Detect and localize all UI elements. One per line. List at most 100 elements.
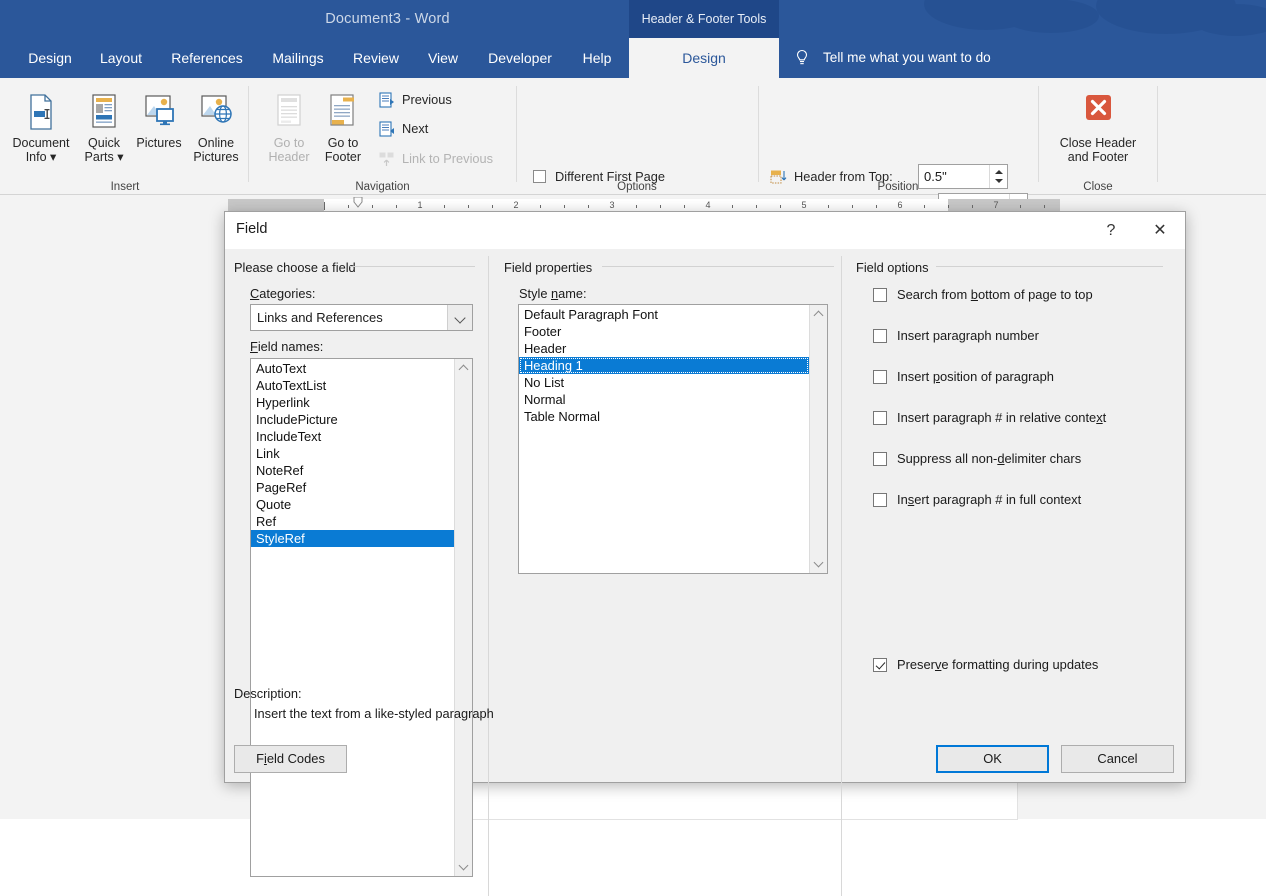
full-context-checkbox[interactable]	[873, 493, 887, 507]
list-item[interactable]: Footer	[519, 323, 809, 340]
previous-label: Previous	[402, 89, 452, 111]
document-info-button[interactable]: Document Info ▾	[5, 92, 77, 164]
lightbulb-icon	[793, 49, 811, 67]
ruler-number: 4	[705, 200, 710, 210]
online-pictures-button[interactable]: Online Pictures	[188, 92, 244, 164]
go-to-footer-button[interactable]: Go to Footer	[318, 92, 368, 164]
list-item[interactable]: Quote	[251, 496, 454, 513]
field-names-accel: F	[250, 339, 258, 354]
scroll-up-icon[interactable]	[455, 361, 472, 378]
style-name-listbox[interactable]: Default Paragraph Font Footer Header Hea…	[518, 304, 828, 574]
field-names-items: AutoText AutoTextList Hyperlink IncludeP…	[251, 360, 454, 547]
list-item[interactable]: Link	[251, 445, 454, 462]
help-icon[interactable]: ?	[1089, 212, 1133, 249]
tab-references[interactable]: References	[163, 38, 251, 78]
tab-help[interactable]: Help	[574, 38, 620, 78]
list-item[interactable]: Default Paragraph Font	[519, 306, 809, 323]
close-header-footer-icon	[1077, 92, 1119, 132]
suppress-non-delimiter-checkbox[interactable]	[873, 452, 887, 466]
list-item[interactable]: AutoTextList	[251, 377, 454, 394]
cancel-button[interactable]: Cancel	[1061, 745, 1174, 773]
field-dialog: Field ? ✕ Please choose a field Categori…	[224, 211, 1186, 783]
tab-header-footer-design[interactable]: Design	[629, 38, 779, 78]
preserve-formatting-label: Preserve formatting during updates	[897, 656, 1098, 674]
ok-button[interactable]: OK	[936, 745, 1049, 773]
contextual-tools-text: Header & Footer Tools	[629, 0, 779, 38]
style-name-items: Default Paragraph Font Footer Header Hea…	[519, 306, 809, 425]
go-to-header-button[interactable]: Go to Header	[260, 92, 318, 164]
scroll-down-icon[interactable]	[455, 857, 472, 874]
list-item[interactable]: Ref	[251, 513, 454, 530]
list-item[interactable]: AutoText	[251, 360, 454, 377]
dropdown-caret-icon: ▾	[47, 150, 57, 164]
list-item[interactable]: IncludePicture	[251, 411, 454, 428]
list-item[interactable]: No List	[519, 374, 809, 391]
close-icon[interactable]: ✕	[1135, 212, 1185, 249]
categories-value: Links and References	[257, 305, 383, 330]
dropdown-caret-icon: ▾	[114, 150, 124, 164]
field-names-listbox[interactable]: AutoText AutoTextList Hyperlink IncludeP…	[250, 358, 473, 877]
dialog-title-bar: Field ? ✕	[225, 212, 1185, 249]
quick-parts-label-1: Quick	[88, 136, 120, 150]
go-to-header-label-2: Header	[269, 150, 310, 164]
field-codes-button[interactable]: Field Codes	[234, 745, 347, 773]
group-rule	[350, 266, 475, 267]
list-item-selected[interactable]: StyleRef	[251, 530, 454, 547]
tab-developer[interactable]: Developer	[478, 38, 562, 78]
next-icon	[378, 121, 395, 145]
previous-icon	[378, 92, 395, 116]
close-header-footer-button[interactable]: Close Header and Footer	[1045, 92, 1151, 164]
link-to-previous-icon	[378, 151, 395, 175]
suppress-non-delimiter-label: Suppress all non-delimiter chars	[897, 450, 1081, 468]
list-item[interactable]: Table Normal	[519, 408, 809, 425]
preserve-formatting-checkbox[interactable]	[873, 658, 887, 672]
field-names-scrollbar[interactable]	[454, 359, 472, 876]
categories-dropdown[interactable]: Links and References	[250, 304, 473, 331]
tab-view[interactable]: View	[420, 38, 466, 78]
group-separator	[1038, 86, 1039, 182]
categories-accel: C	[250, 286, 259, 301]
scroll-down-icon[interactable]	[810, 554, 827, 571]
go-to-header-icon	[272, 92, 306, 132]
group-separator	[1157, 86, 1158, 182]
pictures-button[interactable]: Pictures	[131, 92, 187, 150]
first-line-indent-marker[interactable]	[353, 197, 363, 208]
close-header-footer-label-2: and Footer	[1068, 150, 1128, 164]
insert-position-of-paragraph-checkbox[interactable]	[873, 370, 887, 384]
field-options-group-title: Field options	[856, 260, 929, 275]
description-value: Insert the text from a like-styled parag…	[254, 706, 494, 721]
style-name-label-pre: Style	[519, 286, 551, 301]
group-label-options: Options	[521, 181, 753, 193]
tab-review[interactable]: Review	[344, 38, 408, 78]
list-item[interactable]: Hyperlink	[251, 394, 454, 411]
list-item[interactable]: Header	[519, 340, 809, 357]
tell-me-search[interactable]: Tell me what you want to do	[793, 38, 1073, 78]
tab-mailings[interactable]: Mailings	[264, 38, 332, 78]
search-from-bottom-checkbox[interactable]	[873, 288, 887, 302]
relative-context-checkbox[interactable]	[873, 411, 887, 425]
description-label: Description:	[234, 686, 302, 701]
tab-layout[interactable]: Layout	[92, 38, 150, 78]
ruler-number: 7	[993, 200, 998, 210]
title-bar: Document3 - Word Header & Footer Tools	[0, 0, 1266, 38]
list-item-selected[interactable]: Heading 1	[519, 357, 809, 374]
chevron-down-icon[interactable]	[447, 305, 472, 330]
go-to-footer-icon	[326, 92, 360, 132]
list-item[interactable]: IncludeText	[251, 428, 454, 445]
categories-label: Categories:	[250, 286, 315, 301]
list-item[interactable]: Normal	[519, 391, 809, 408]
ribbon: Document Info ▾ Quick Parts ▾	[0, 78, 1266, 195]
field-names-label: Field names:	[250, 339, 323, 354]
tell-me-label: Tell me what you want to do	[823, 50, 991, 65]
ruler-number: 5	[801, 200, 806, 210]
quick-parts-button[interactable]: Quick Parts ▾	[79, 92, 129, 164]
list-item[interactable]: PageRef	[251, 479, 454, 496]
pictures-icon	[139, 92, 179, 132]
close-header-footer-label-1: Close Header	[1060, 136, 1136, 150]
insert-paragraph-number-checkbox[interactable]	[873, 329, 887, 343]
list-item[interactable]: NoteRef	[251, 462, 454, 479]
insert-paragraph-number-label: Insert paragraph number	[897, 327, 1039, 345]
tab-design-main[interactable]: Design	[22, 38, 78, 78]
style-name-scrollbar[interactable]	[809, 305, 827, 573]
scroll-up-icon[interactable]	[810, 307, 827, 324]
